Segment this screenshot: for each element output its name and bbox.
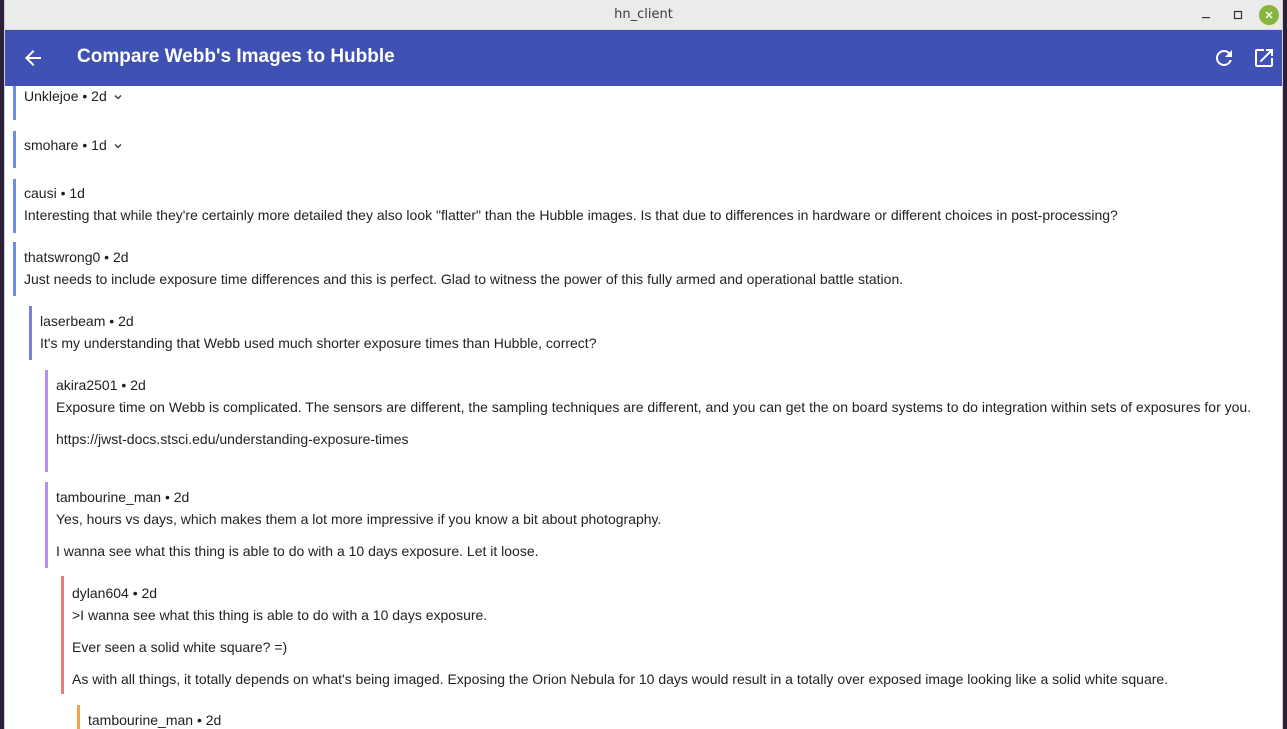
comment-meta: dylan604 • 2d — [72, 585, 158, 601]
comment-author[interactable]: causi — [24, 185, 57, 201]
arrow-back-icon — [25, 50, 41, 66]
comment-meta: akira2501 • 2d — [56, 377, 146, 393]
comment-body: Interesting that while they're certainly… — [24, 207, 1275, 223]
open-in-new-icon — [1255, 49, 1273, 67]
comment-item[interactable]: smohare • 1d — [13, 131, 1275, 168]
comment-item[interactable]: dylan604 • 2d >I wanna see what this thi… — [61, 576, 1275, 694]
close-window-button[interactable] — [1259, 5, 1279, 25]
comment-author[interactable]: tambourine_man — [56, 489, 161, 505]
comment-age: 2d — [130, 377, 146, 393]
maximize-button[interactable] — [1228, 5, 1248, 25]
comment-author[interactable]: smohare — [24, 137, 78, 153]
comment-body: It's my understanding that Webb used muc… — [40, 335, 1275, 351]
comment-item[interactable]: causi • 1d Interesting that while they'r… — [13, 179, 1275, 233]
close-icon — [1265, 11, 1273, 19]
comment-age: 2d — [91, 88, 107, 104]
comment-body: Just needs to include exposure time diff… — [24, 271, 1275, 287]
comment-text: >I wanna see what this thing is able to … — [72, 607, 488, 623]
app-window: hn_client Compare Webb's Images to Hubbl… — [4, 0, 1283, 729]
comment-meta: tambourine_man • 2d — [88, 712, 222, 728]
comment-author[interactable]: dylan604 — [72, 585, 129, 601]
comment-author[interactable]: akira2501 — [56, 377, 118, 393]
comment-item[interactable]: laserbeam • 2d It's my understanding tha… — [29, 306, 1275, 360]
minimize-icon — [1202, 17, 1210, 19]
comment-author[interactable]: tambourine_man — [88, 712, 193, 728]
comment-link[interactable]: https://jwst-docs.stsci.edu/understandin… — [56, 431, 1267, 447]
comment-age: 1d — [69, 185, 85, 201]
comment-age: 2d — [173, 489, 190, 505]
chevron-down-icon[interactable] — [113, 92, 123, 102]
comment-meta: thatswrong0 • 2d — [24, 249, 129, 265]
comment-age: 2d — [141, 585, 158, 601]
window-title: hn_client — [614, 7, 673, 22]
comment-age: 2d — [205, 712, 222, 728]
comment-item[interactable]: tambourine_man • 2d — [77, 705, 1275, 729]
comment-age: 1d — [91, 137, 107, 153]
open-in-browser-button[interactable] — [1252, 46, 1276, 70]
comment-meta: tambourine_man • 2d — [56, 489, 190, 505]
comment-meta: causi • 1d — [24, 185, 85, 201]
refresh-icon — [1216, 50, 1232, 66]
comment-text: It's my understanding that Webb used muc… — [40, 335, 597, 351]
window-titlebar: hn_client — [5, 0, 1282, 30]
comment-text: I wanna see what this thing is able to d… — [56, 543, 539, 559]
maximize-icon — [1233, 10, 1243, 20]
comment-age: 2d — [118, 313, 134, 329]
comment-body: Yes, hours vs days, which makes them a l… — [56, 511, 1275, 559]
chevron-down-icon[interactable] — [113, 141, 123, 151]
comment-text: Ever seen a solid white square? =) — [72, 639, 288, 655]
page-title: Compare Webb's Images to Hubble — [77, 46, 395, 67]
comment-text: Exposure time on Webb is complicated. Th… — [56, 399, 1252, 415]
comment-author[interactable]: thatswrong0 — [24, 249, 100, 265]
comment-meta: Unklejoe • 2d — [24, 86, 1275, 106]
minimize-button[interactable] — [1196, 5, 1216, 25]
refresh-button[interactable] — [1212, 46, 1236, 70]
back-button[interactable] — [21, 46, 45, 70]
comment-meta: laserbeam • 2d — [40, 313, 134, 329]
comment-body: >I wanna see what this thing is able to … — [72, 607, 1275, 687]
comment-age: 2d — [112, 249, 129, 265]
app-bar: Compare Webb's Images to Hubble — [5, 30, 1282, 86]
comment-text: As with all things, it totally depends o… — [72, 671, 1169, 687]
comment-item[interactable]: akira2501 • 2d Exposure time on Webb is … — [45, 370, 1275, 472]
comment-text: Interesting that while they're certainly… — [24, 207, 1118, 223]
comment-item[interactable]: tambourine_man • 2d Yes, hours vs days, … — [45, 482, 1275, 568]
comment-text: Yes, hours vs days, which makes them a l… — [56, 511, 662, 527]
comment-text: Just needs to include exposure time diff… — [24, 271, 904, 287]
comments-list: Unklejoe • 2d smohare • 1d causi • 1d In… — [5, 86, 1282, 729]
comment-author[interactable]: Unklejoe — [24, 88, 78, 104]
comment-item[interactable]: Unklejoe • 2d — [13, 86, 1275, 120]
comment-item[interactable]: thatswrong0 • 2d Just needs to include e… — [13, 242, 1275, 296]
comment-meta: smohare • 1d — [24, 135, 1275, 155]
comment-author[interactable]: laserbeam — [40, 313, 105, 329]
comment-body: Exposure time on Webb is complicated. Th… — [56, 399, 1275, 447]
